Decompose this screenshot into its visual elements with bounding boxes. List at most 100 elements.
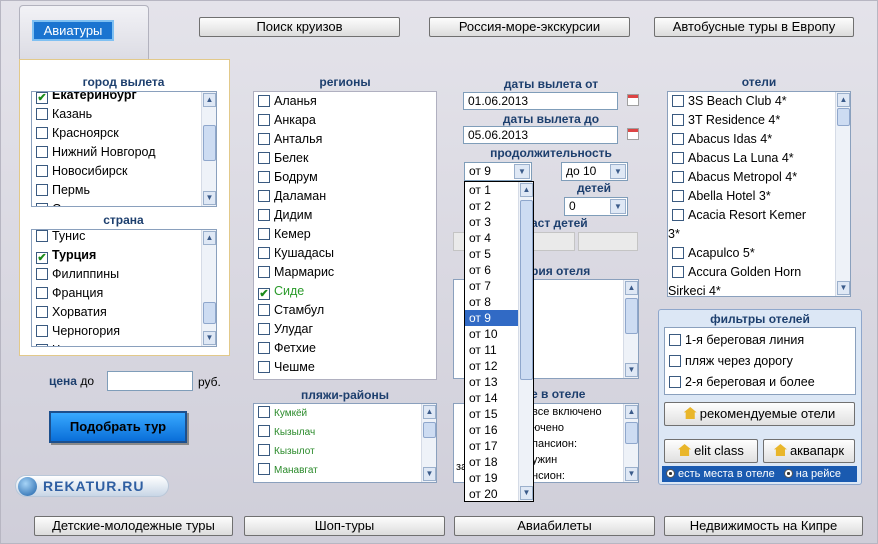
filter-option[interactable]: 2-я береговая и более: [665, 372, 855, 393]
checkbox[interactable]: [36, 306, 48, 318]
checkbox[interactable]: [36, 325, 48, 337]
checkbox[interactable]: [258, 95, 270, 107]
scroll-up-icon[interactable]: ▲: [203, 93, 216, 107]
duration-from-select[interactable]: от 9 ▼: [464, 162, 532, 181]
list-item[interactable]: Даламан: [254, 187, 436, 206]
country-list[interactable]: Тунис ✔ Турция Филиппины Франция Хорватия Черн…: [31, 229, 217, 347]
checkbox[interactable]: [36, 146, 48, 158]
checkbox[interactable]: [258, 133, 270, 145]
category-scrollbar[interactable]: ▲ ▼: [623, 280, 638, 378]
checkbox[interactable]: [258, 425, 270, 437]
list-item[interactable]: 3*: [668, 225, 850, 244]
list-item[interactable]: Анкара: [254, 111, 436, 130]
scroll-up-icon[interactable]: ▲: [203, 231, 216, 245]
tab-air-tickets[interactable]: Авиабилеты: [454, 516, 655, 536]
checkbox[interactable]: [258, 228, 270, 240]
list-item[interactable]: Чехия: [32, 341, 216, 346]
list-item[interactable]: Улудаг: [254, 320, 436, 339]
calendar-icon[interactable]: [627, 94, 639, 106]
list-item[interactable]: Abacus Metropol 4*: [668, 168, 850, 187]
tab-bus-tours[interactable]: Автобусные туры в Европу: [654, 17, 854, 37]
scroll-down-icon[interactable]: ▼: [203, 191, 216, 205]
list-item[interactable]: Новосибирск: [32, 162, 216, 181]
dropdown-scrollbar[interactable]: ▲ ▼: [518, 182, 533, 501]
tab-cruise-search[interactable]: Поиск круизов: [199, 17, 400, 37]
departure-list[interactable]: ✔ Екатеринбург Казань Красноярск Нижний Новг…: [31, 91, 217, 207]
checkbox[interactable]: [36, 344, 48, 346]
list-item[interactable]: Acapulco 5*: [668, 244, 850, 263]
scroll-up-icon[interactable]: ▲: [837, 93, 850, 107]
radio-hotel[interactable]: [666, 469, 675, 478]
list-item[interactable]: Дидим: [254, 206, 436, 225]
checkbox[interactable]: [36, 268, 48, 280]
list-item[interactable]: Кушадасы: [254, 244, 436, 263]
scroll-up-icon[interactable]: ▲: [423, 405, 436, 419]
meals-scrollbar[interactable]: ▲ ▼: [623, 404, 638, 482]
children-select[interactable]: 0 ▼: [564, 197, 628, 216]
checkbox[interactable]: [258, 444, 270, 456]
checkbox[interactable]: [672, 266, 684, 278]
list-item[interactable]: Acacia Resort Kemer: [668, 206, 850, 225]
list-item[interactable]: Чешме: [254, 358, 436, 377]
list-item[interactable]: ✔ Турция: [32, 246, 216, 265]
checkbox[interactable]: [672, 171, 684, 183]
list-item[interactable]: Нижний Новгород: [32, 143, 216, 162]
chevron-down-icon[interactable]: ▼: [610, 199, 626, 214]
checkbox[interactable]: [258, 152, 270, 164]
chevron-down-icon[interactable]: ▼: [514, 164, 530, 179]
checkbox[interactable]: [258, 463, 270, 475]
filter-option[interactable]: 1-я береговая линия: [665, 330, 855, 351]
scroll-down-icon[interactable]: ▼: [625, 363, 638, 377]
scroll-down-icon[interactable]: ▼: [837, 281, 850, 295]
price-input[interactable]: [107, 371, 193, 391]
list-item[interactable]: Кумкёй: [254, 404, 436, 423]
checkbox[interactable]: [669, 334, 681, 346]
checkbox[interactable]: ✔: [258, 288, 270, 300]
scroll-up-icon[interactable]: ▲: [520, 183, 533, 197]
checkbox[interactable]: [258, 342, 270, 354]
elit-class-button[interactable]: elit class: [664, 439, 758, 463]
checkbox[interactable]: [672, 95, 684, 107]
scroll-up-icon[interactable]: ▲: [625, 281, 638, 295]
list-item[interactable]: Аланья: [254, 92, 436, 111]
list-item[interactable]: Тунис: [32, 230, 216, 246]
list-item[interactable]: Черногория: [32, 322, 216, 341]
regions-list[interactable]: Аланья Анкара Анталья Белек Бодрум Даламан Дид…: [253, 91, 437, 380]
checkbox[interactable]: [36, 184, 48, 196]
hotels-scrollbar[interactable]: ▲ ▼: [835, 92, 850, 296]
list-item[interactable]: Белек: [254, 149, 436, 168]
list-item[interactable]: Филиппины: [32, 265, 216, 284]
hotels-list[interactable]: 3S Beach Club 4* 3T Residence 4* Abacus Id…: [667, 91, 851, 297]
checkbox[interactable]: [669, 376, 681, 388]
list-item[interactable]: Бодрум: [254, 168, 436, 187]
tab-kids-tours[interactable]: Детские-молодежные туры: [34, 516, 233, 536]
list-item[interactable]: Abacus Idas 4*: [668, 130, 850, 149]
duration-to-select[interactable]: до 10 ▼: [561, 162, 628, 181]
list-item[interactable]: Анталья: [254, 130, 436, 149]
checkbox[interactable]: [258, 209, 270, 221]
scroll-down-icon[interactable]: ▼: [423, 467, 436, 481]
list-item[interactable]: 3T Residence 4*: [668, 111, 850, 130]
scroll-down-icon[interactable]: ▼: [203, 331, 216, 345]
filter-option[interactable]: пляж через дорогу: [665, 351, 855, 372]
checkbox[interactable]: [258, 171, 270, 183]
checkbox[interactable]: [36, 108, 48, 120]
date-to-input[interactable]: 05.06.2013: [463, 126, 618, 144]
rekatur-logo[interactable]: REKATUR.RU: [15, 475, 169, 497]
checkbox[interactable]: [672, 209, 684, 221]
recommended-hotels-button[interactable]: рекомендуемые отели: [664, 402, 855, 426]
checkbox[interactable]: ✔: [36, 252, 48, 264]
list-item[interactable]: Казань: [32, 105, 216, 124]
checkbox[interactable]: ✔: [36, 92, 48, 104]
checkbox[interactable]: [258, 304, 270, 316]
tab-cyprus-realty[interactable]: Недвижимость на Кипре: [664, 516, 863, 536]
duration-dropdown[interactable]: от 1 от 2 от 3 от 4 от 5 от 6 от 7 от 8 от 9 от 1…: [464, 181, 534, 502]
scroll-down-icon[interactable]: ▼: [625, 467, 638, 481]
list-item[interactable]: Sirkeci 4*: [668, 282, 850, 296]
search-button[interactable]: Подобрать тур: [49, 411, 187, 443]
checkbox[interactable]: [672, 190, 684, 202]
list-item[interactable]: Франция: [32, 284, 216, 303]
list-item[interactable]: Самара: [32, 200, 216, 206]
checkbox[interactable]: [258, 361, 270, 373]
scroll-up-icon[interactable]: ▲: [625, 405, 638, 419]
